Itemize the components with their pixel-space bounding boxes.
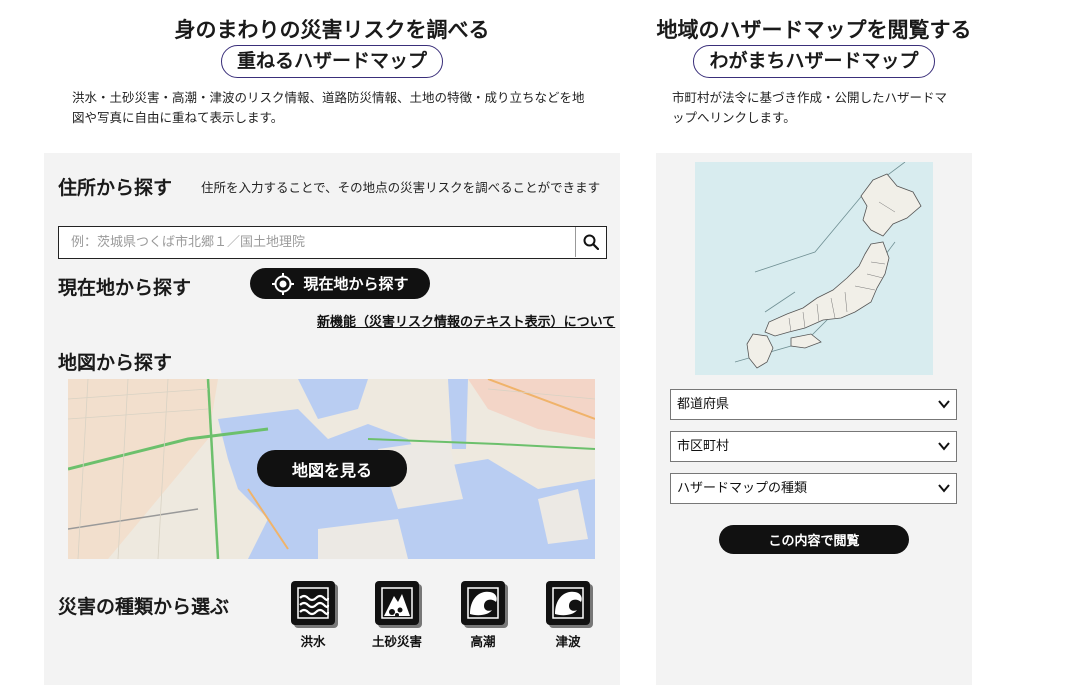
hazard-flood-label: 洪水: [300, 634, 326, 649]
new-feature-link[interactable]: 新機能（災害リスク情報のテキスト表示）について: [317, 311, 615, 330]
left-title: 重ねるハザードマップ: [221, 45, 443, 78]
view-wagamachi-button-label: この内容で閲覧: [768, 534, 860, 549]
municipality-select-value: 市区町村: [677, 439, 730, 454]
address-search-input[interactable]: [59, 227, 575, 257]
view-map-button-label: 地図を見る: [291, 460, 372, 480]
left-description-line-2: 図や写真に自由に重ねて表示します。: [72, 110, 284, 125]
view-wagamachi-button[interactable]: この内容で閲覧: [719, 525, 909, 554]
address-search-note: 住所を入力することで、その地点の災害リスクを調べることができます: [201, 180, 601, 195]
current-location-button[interactable]: 現在地から探す: [250, 268, 430, 299]
current-location-button-label: 現在地から探す: [303, 275, 409, 293]
right-description-line-2: ップへリンクします。: [672, 110, 796, 125]
prefecture-select[interactable]: 都道府県: [670, 389, 957, 420]
landslide-icon: [375, 581, 419, 625]
left-description-line-1: 洪水・土砂災害・高潮・津波のリスク情報、道路防災情報、土地の特徴・成り立ちなどを…: [72, 90, 585, 105]
left-description: 洪水・土砂災害・高潮・津波のリスク情報、道路防災情報、土地の特徴・成り立ちなどを…: [72, 88, 612, 128]
prefecture-select-value: 都道府県: [677, 397, 730, 412]
hazard-tsunami-label: 津波: [555, 634, 581, 649]
japan-map-image: [695, 162, 933, 375]
address-search-heading: 住所から探す: [58, 177, 173, 199]
search-icon: [583, 234, 599, 250]
flood-icon: [291, 581, 335, 625]
municipality-select[interactable]: 市区町村: [670, 431, 957, 462]
hazard-flood[interactable]: 洪水: [283, 581, 343, 650]
chevron-down-icon: [938, 442, 950, 451]
address-search-button[interactable]: [575, 227, 606, 257]
storm-surge-icon: [461, 581, 505, 625]
right-subtitle: 地域のハザードマップを閲覧する: [656, 18, 972, 42]
japan-map[interactable]: [695, 162, 933, 375]
hazard-tsunami[interactable]: 津波: [538, 581, 598, 650]
view-map-button[interactable]: 地図を見る: [257, 450, 407, 487]
chevron-down-icon: [938, 484, 950, 493]
map-search-heading: 地図から探す: [58, 352, 173, 374]
hazard-map-type-select-value: ハザードマップの種類: [677, 481, 808, 496]
chevron-down-icon: [938, 400, 950, 409]
right-description: 市町村が法令に基づき作成・公開したハザードマ ップへリンクします。: [672, 88, 962, 128]
hazard-map-type-select[interactable]: ハザードマップの種類: [670, 473, 957, 504]
current-location-heading: 現在地から探す: [58, 277, 192, 299]
tsunami-icon: [546, 581, 590, 625]
hazard-storm-surge-label: 高潮: [470, 634, 496, 649]
right-description-line-1: 市町村が法令に基づき作成・公開したハザードマ: [672, 90, 948, 105]
map-preview[interactable]: 地図を見る: [68, 379, 595, 559]
hazard-storm-surge[interactable]: 高潮: [453, 581, 513, 650]
hazard-landslide[interactable]: 土砂災害: [367, 581, 427, 650]
hazard-type-heading: 災害の種類から選ぶ: [58, 596, 230, 618]
hazard-landslide-label: 土砂災害: [371, 634, 422, 649]
address-search-box: [58, 226, 607, 259]
crosshair-icon: [272, 272, 295, 295]
left-subtitle: 身のまわりの災害リスクを調べる: [174, 18, 490, 42]
right-title: わがまちハザードマップ: [693, 45, 935, 78]
